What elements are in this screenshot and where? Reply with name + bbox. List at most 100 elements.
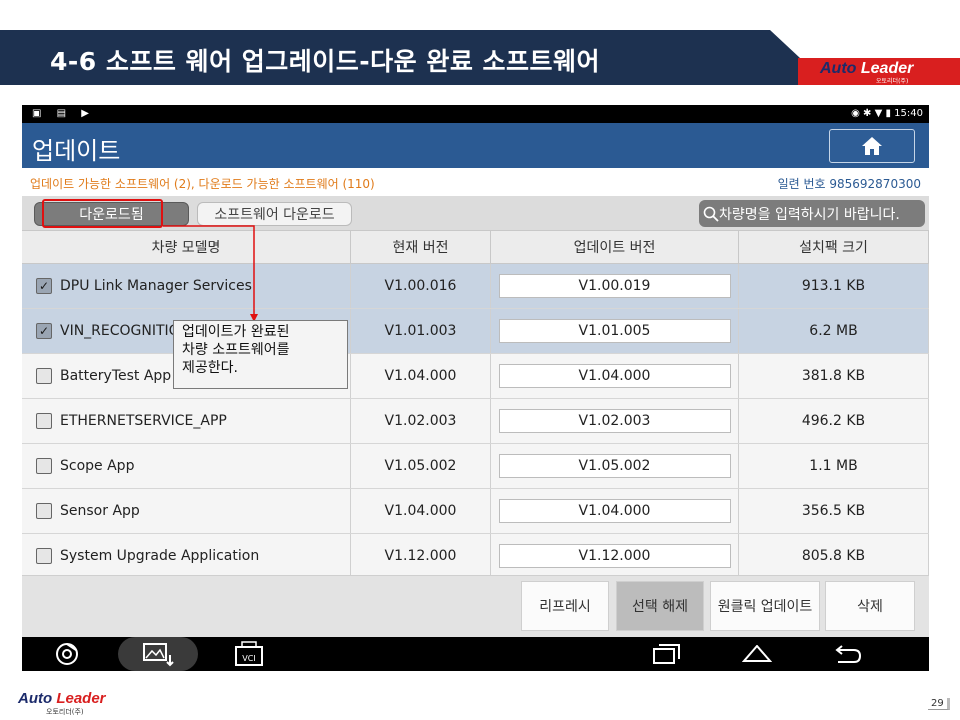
app-bar: 업데이트 xyxy=(22,123,929,168)
refresh-button[interactable]: 리프레시 xyxy=(521,581,609,631)
svg-text:VCI: VCI xyxy=(242,654,255,663)
info-bar: 업데이트 가능한 소프트웨어 (2), 다운로드 가능한 소프트웨어 (110)… xyxy=(22,168,929,196)
row-update: V1.01.005 xyxy=(498,319,731,343)
status-bar: ▣ ▤ ▶ ◉ ✱ ▼ ▮ 15:40 xyxy=(22,105,929,123)
row-size: 381.8 KB xyxy=(739,354,929,398)
table-header: 차량 모델명 현재 버전 업데이트 버전 설치팩 크기 xyxy=(22,230,929,264)
home-button[interactable] xyxy=(829,129,915,163)
row-update-cell: V1.02.003 xyxy=(491,399,739,443)
row-current: V1.12.000 xyxy=(351,534,491,578)
slide-title: 4-6 소프트 웨어 업그레이드-다운 완료 소프트웨어 xyxy=(50,47,601,76)
vehicle-search-input[interactable]: 차량명을 입력하시기 바랍니다. xyxy=(699,200,925,227)
row-checkbox[interactable]: ✓ xyxy=(36,278,52,294)
deselect-button[interactable]: 선택 해제 xyxy=(616,581,704,631)
row-checkbox[interactable] xyxy=(36,548,52,564)
vci-icon[interactable]: VCI xyxy=(234,641,264,667)
row-update-cell: V1.05.002 xyxy=(491,444,739,488)
row-current: V1.05.002 xyxy=(351,444,491,488)
row-name-cell: ✓ DPU Link Manager Services xyxy=(22,264,351,308)
table-row[interactable]: Scope App V1.05.002 V1.05.002 1.1 MB xyxy=(22,444,929,489)
col-package-size[interactable]: 설치팩 크기 xyxy=(739,231,929,263)
col-current-version[interactable]: 현재 버전 xyxy=(351,231,491,263)
annotation-callout: 업데이트가 완료된 차량 소프트웨어를 제공한다. xyxy=(173,320,348,389)
row-size: 805.8 KB xyxy=(739,534,929,578)
table-row[interactable]: ETHERNETSERVICE_APP V1.02.003 V1.02.003 … xyxy=(22,399,929,444)
row-checkbox[interactable] xyxy=(36,458,52,474)
one-click-update-button[interactable]: 원클릭 업데이트 xyxy=(710,581,820,631)
table-row[interactable]: System Upgrade Application V1.12.000 V1.… xyxy=(22,534,929,579)
row-current: V1.04.000 xyxy=(351,354,491,398)
row-size: 1.1 MB xyxy=(739,444,929,488)
col-update-version[interactable]: 업데이트 버전 xyxy=(491,231,739,263)
highlight-box xyxy=(42,199,163,228)
row-size: 913.1 KB xyxy=(739,264,929,308)
row-size: 6.2 MB xyxy=(739,309,929,353)
row-name-cell: Sensor App xyxy=(22,489,351,533)
available-software-text: 업데이트 가능한 소프트웨어 (2), 다운로드 가능한 소프트웨어 (110) xyxy=(30,177,375,191)
logo-subtext-bottom: 오토리더(주) xyxy=(46,708,84,716)
logo-subtext: 오토리더(주) xyxy=(876,78,909,85)
row-size: 496.2 KB xyxy=(739,399,929,443)
search-icon xyxy=(703,206,719,222)
row-current: V1.02.003 xyxy=(351,399,491,443)
logo-text-bottom: Auto Leader xyxy=(18,690,106,707)
back-icon[interactable] xyxy=(832,644,862,664)
row-update: V1.05.002 xyxy=(498,454,731,478)
home-nav-icon[interactable] xyxy=(742,645,772,663)
row-update: V1.12.000 xyxy=(498,544,731,568)
row-update: V1.04.000 xyxy=(498,499,731,523)
table-row[interactable]: BatteryTest App V1.04.000 V1.04.000 381.… xyxy=(22,354,929,399)
home-icon xyxy=(862,137,882,155)
row-name: DPU Link Manager Services xyxy=(60,278,252,294)
status-left-icons: ▣ ▤ ▶ xyxy=(32,108,95,119)
row-update: V1.04.000 xyxy=(498,364,731,388)
row-checkbox[interactable] xyxy=(36,503,52,519)
row-size: 356.5 KB xyxy=(739,489,929,533)
row-name-cell: Scope App xyxy=(22,444,351,488)
row-name: Sensor App xyxy=(60,503,140,519)
row-checkbox[interactable] xyxy=(36,368,52,384)
device-screen: ▣ ▤ ▶ ◉ ✱ ▼ ▮ 15:40 업데이트 업데이트 가능한 소프트웨어 … xyxy=(22,105,929,671)
delete-button[interactable]: 삭제 xyxy=(825,581,915,631)
row-update-cell: V1.00.019 xyxy=(491,264,739,308)
android-nav-bar: VCI xyxy=(22,637,929,671)
status-time: ◉ ✱ ▼ ▮ 15:40 xyxy=(851,108,923,119)
row-update-cell: V1.04.000 xyxy=(491,489,739,533)
table-row[interactable]: ✓ DPU Link Manager Services V1.00.016 V1.… xyxy=(22,264,929,309)
software-table-body: ✓ DPU Link Manager Services V1.00.016 V1.… xyxy=(22,264,929,579)
row-update: V1.00.019 xyxy=(498,274,731,298)
row-name: System Upgrade Application xyxy=(60,548,260,564)
row-current: V1.04.000 xyxy=(351,489,491,533)
row-checkbox[interactable] xyxy=(36,413,52,429)
row-update-cell: V1.01.005 xyxy=(491,309,739,353)
table-row[interactable]: ✓ VIN_RECOGNITIO V1.01.003 V1.01.005 6.2 … xyxy=(22,309,929,354)
row-update: V1.02.003 xyxy=(498,409,731,433)
gallery-icon[interactable] xyxy=(142,641,174,667)
brand-logo-top: Auto Leader 오토리더(주) xyxy=(798,58,960,85)
table-row[interactable]: Sensor App V1.04.000 V1.04.000 356.5 KB xyxy=(22,489,929,534)
serial-number: 일련 번호 985692870300 xyxy=(777,177,921,191)
callout-line-3: 제공한다. xyxy=(182,360,238,376)
tab-software-download[interactable]: 소프트웨어 다운로드 xyxy=(197,202,352,226)
callout-line-1: 업데이트가 완료된 xyxy=(182,324,290,340)
row-current: V1.00.016 xyxy=(351,264,491,308)
page-number: 29 xyxy=(928,698,950,710)
brand-logo-bottom: Auto Leader 오토리더(주) xyxy=(18,690,118,716)
row-current: V1.01.003 xyxy=(351,309,491,353)
action-bar: 리프레시 선택 해제 원클릭 업데이트 삭제 xyxy=(22,575,929,637)
row-name-cell: ETHERNETSERVICE_APP xyxy=(22,399,351,443)
col-model[interactable]: 차량 모델명 xyxy=(22,231,351,263)
chrome-icon[interactable] xyxy=(54,642,80,666)
app-title: 업데이트 xyxy=(32,137,121,165)
row-checkbox[interactable]: ✓ xyxy=(36,323,52,339)
row-name: BatteryTest App xyxy=(60,368,172,384)
search-placeholder: 차량명을 입력하시기 바랍니다. xyxy=(719,206,900,223)
row-name: Scope App xyxy=(60,458,135,474)
row-name: VIN_RECOGNITIO xyxy=(60,323,180,339)
row-name-cell: System Upgrade Application xyxy=(22,534,351,578)
recent-apps-icon[interactable] xyxy=(652,643,682,665)
row-update-cell: V1.12.000 xyxy=(491,534,739,578)
row-update-cell: V1.04.000 xyxy=(491,354,739,398)
row-name: ETHERNETSERVICE_APP xyxy=(60,413,227,429)
callout-line-2: 차량 소프트웨어를 xyxy=(182,342,290,358)
